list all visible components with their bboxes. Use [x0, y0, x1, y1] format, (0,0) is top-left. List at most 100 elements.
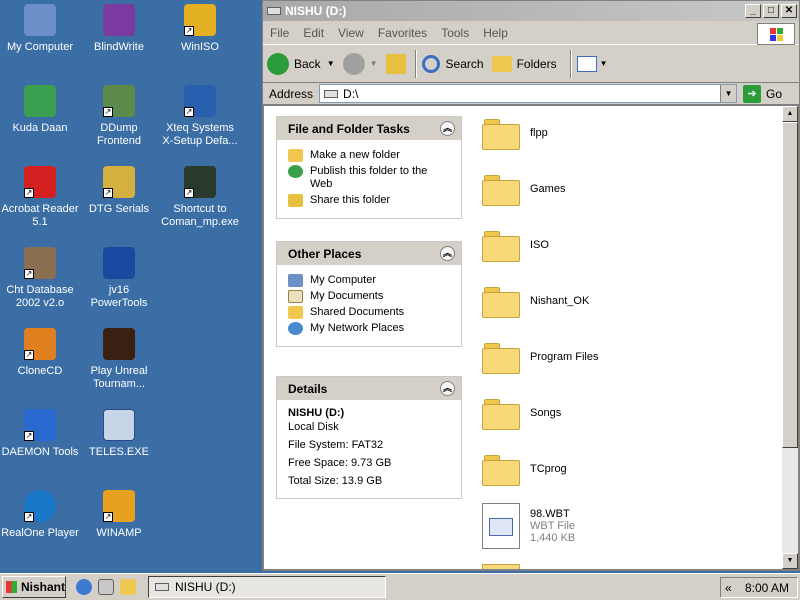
tray-expand-icon[interactable]: «: [725, 581, 732, 595]
vertical-scrollbar[interactable]: ▲ ▼: [782, 106, 798, 569]
network-places-icon: [288, 322, 303, 335]
internet-explorer-icon[interactable]: [76, 579, 92, 595]
place-shared-documents[interactable]: Shared Documents: [288, 306, 451, 319]
address-value: D:\: [343, 86, 359, 101]
panel-header[interactable]: Details ︽: [277, 377, 461, 400]
desktop-icon-cht-database[interactable]: ↗ Cht Database 2002 v2.o: [0, 247, 80, 310]
views-icon: [576, 55, 597, 72]
daemon-tools-icon: ↗: [24, 409, 56, 441]
task-make-new-folder[interactable]: Make a new folder: [288, 149, 451, 162]
minimize-button[interactable]: _: [745, 4, 761, 18]
clonecd-icon: ↗: [24, 328, 56, 360]
scroll-up-arrow-icon[interactable]: ▲: [782, 106, 798, 122]
views-button[interactable]: ▼: [576, 55, 608, 72]
desktop-icon-jv16[interactable]: jv16 PowerTools: [79, 247, 159, 310]
desktop-icon-clonecd[interactable]: ↗ CloneCD: [0, 328, 80, 378]
app-window-icon: [103, 409, 135, 441]
panel-header[interactable]: File and Folder Tasks ︽: [277, 117, 461, 140]
forward-dropdown-icon[interactable]: ▼: [370, 59, 378, 68]
desktop-icon-ddump[interactable]: ↗ DDump Frontend: [79, 85, 159, 148]
menu-view[interactable]: View: [331, 26, 371, 40]
window-title: NISHU (D:): [285, 4, 347, 18]
new-folder-icon: [288, 149, 303, 162]
share-folder-icon: [288, 194, 303, 207]
folder-item[interactable]: Games: [482, 169, 565, 209]
folder-item[interactable]: Nishant_OK: [482, 281, 589, 321]
address-input[interactable]: D:\ ▼: [319, 84, 738, 103]
collapse-chevron-icon[interactable]: ︽: [440, 121, 455, 136]
search-icon: [421, 54, 440, 73]
folder-item[interactable]: Program Files: [482, 337, 598, 377]
back-arrow-icon: [267, 52, 289, 75]
unreal-icon: [103, 328, 135, 360]
desktop-icon-dtg-serials[interactable]: ↗ DTG Serials: [79, 166, 159, 216]
desktop-icon-teles[interactable]: TELES.EXE: [79, 409, 159, 459]
desktop-icon-realone[interactable]: ↗ RealOne Player: [0, 490, 80, 540]
task-pane: File and Folder Tasks ︽ Make a new folde…: [264, 106, 474, 569]
menu-file[interactable]: File: [263, 26, 296, 40]
folder-item[interactable]: Songs: [482, 393, 561, 433]
details-filesystem: File System: FAT32: [288, 439, 384, 451]
scroll-thumb[interactable]: [782, 122, 798, 448]
up-folder-icon[interactable]: [385, 53, 406, 74]
details-panel: Details ︽ NISHU (D:) Local Disk File Sys…: [276, 376, 462, 499]
file-list: flpp Games ISO Nishant_OK Program Files …: [474, 106, 772, 569]
taskbar-item-explorer[interactable]: NISHU (D:): [148, 576, 386, 598]
toolbar-separator: [414, 49, 417, 78]
desktop-icon-blindwrite[interactable]: BlindWrite: [79, 4, 159, 54]
recycle-bin-icon: [24, 85, 56, 117]
go-button[interactable]: ➔ Go: [743, 84, 782, 103]
clock: 8:00 AM: [744, 580, 789, 595]
place-network-places[interactable]: My Network Places: [288, 322, 451, 335]
file-item[interactable]: 98.WBT WBT File 1,440 KB: [482, 501, 575, 551]
title-bar[interactable]: NISHU (D:) _ □ ✕: [263, 1, 799, 21]
details-total-size: Total Size: 13.9 GB: [288, 475, 383, 487]
desktop-icon-acrobat[interactable]: ↗ Acrobat Reader 5.1: [0, 166, 80, 229]
my-computer-icon: [288, 274, 303, 287]
menu-help[interactable]: Help: [476, 26, 515, 40]
place-my-documents[interactable]: My Documents: [288, 290, 451, 303]
panel-header[interactable]: Other Places ︽: [277, 242, 461, 265]
task-share-folder[interactable]: Share this folder: [288, 194, 451, 207]
realone-icon: ↗: [24, 490, 56, 522]
menu-edit[interactable]: Edit: [296, 26, 331, 40]
winamp-icon: ↗: [103, 490, 135, 522]
desktop-icon-winamp[interactable]: ↗ WINAMP: [79, 490, 159, 540]
desktop-icon-unreal[interactable]: Play Unreal Tournam...: [79, 328, 159, 391]
maximize-button[interactable]: □: [763, 4, 779, 18]
back-dropdown-icon[interactable]: ▼: [327, 59, 335, 68]
menu-favorites[interactable]: Favorites: [371, 26, 434, 40]
place-my-computer[interactable]: My Computer: [288, 274, 451, 287]
desktop-icon-my-computer[interactable]: My Computer: [0, 4, 80, 54]
bulb-icon: [103, 247, 135, 279]
folder-item[interactable]: ISO: [482, 225, 549, 265]
forward-button[interactable]: ▼: [342, 52, 378, 75]
my-documents-icon: [288, 290, 303, 303]
desktop-icon-xsetup[interactable]: ↗ Xteq Systems X-Setup Defa...: [160, 85, 240, 148]
close-button[interactable]: ✕: [781, 4, 797, 18]
search-button[interactable]: Search: [421, 54, 484, 73]
task-publish-web[interactable]: Publish this folder to the Web: [288, 165, 451, 191]
quicklaunch-2k-icon[interactable]: [98, 579, 114, 595]
back-button[interactable]: Back ▼: [267, 52, 335, 75]
folder-item[interactable]: TCprog: [482, 449, 567, 489]
folder-item[interactable]: flpp: [482, 113, 548, 153]
desktop-icon-winiso[interactable]: ↗ WinISO: [160, 4, 240, 54]
scroll-down-arrow-icon[interactable]: ▼: [782, 553, 798, 569]
desktop-icon-kuda-daan[interactable]: Kuda Daan: [0, 85, 80, 135]
desktop-icon-daemon-tools[interactable]: ↗ DAEMON Tools: [0, 409, 80, 459]
folders-button[interactable]: Folders: [491, 55, 557, 72]
address-dropdown-icon[interactable]: ▼: [720, 85, 737, 102]
start-button[interactable]: Nishant: [2, 576, 66, 598]
file-folder-tasks-panel: File and Folder Tasks ︽ Make a new folde…: [276, 116, 462, 219]
database-icon: ↗: [24, 247, 56, 279]
collapse-chevron-icon[interactable]: ︽: [440, 381, 455, 396]
folders-icon: [491, 55, 512, 72]
windows-flag-icon: [6, 581, 17, 593]
drive-icon: [267, 7, 281, 15]
menu-tools[interactable]: Tools: [434, 26, 476, 40]
explorer-folder-icon[interactable]: [120, 579, 136, 595]
desktop-icon-coman[interactable]: ↗ Shortcut to Coman_mp.exe: [160, 166, 240, 229]
collapse-chevron-icon[interactable]: ︽: [440, 246, 455, 261]
key-icon: ↗: [103, 166, 135, 198]
